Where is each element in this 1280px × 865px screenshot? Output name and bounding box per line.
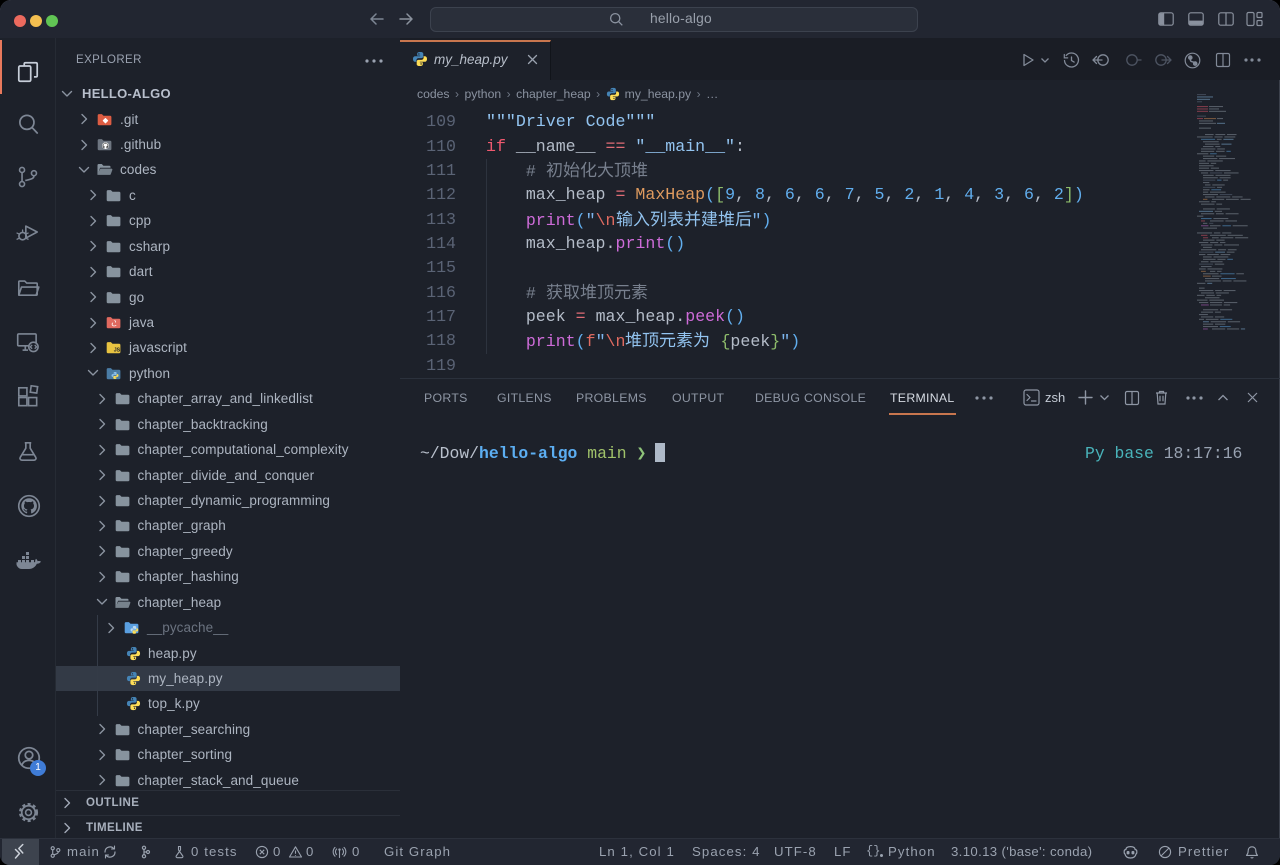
svg-text:JS: JS — [114, 348, 121, 354]
